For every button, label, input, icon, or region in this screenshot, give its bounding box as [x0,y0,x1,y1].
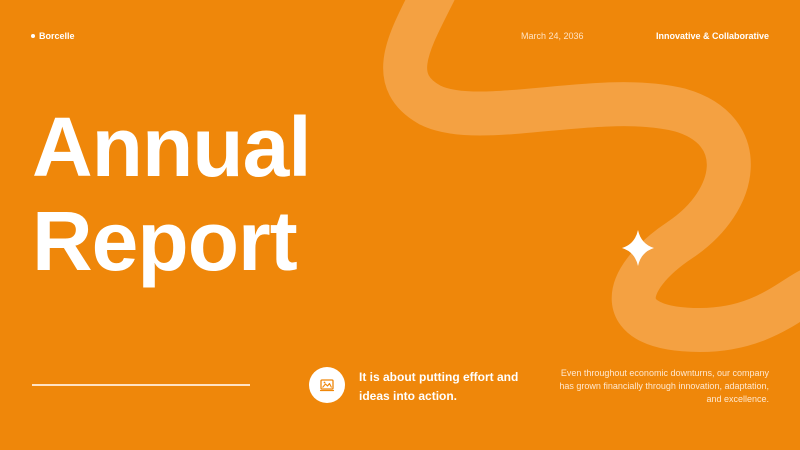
brand-dot-icon [31,34,35,38]
feature-icon-circle [309,367,345,403]
image-icon [319,379,335,392]
brand-name: Borcelle [39,31,75,41]
title-line-1: Annual [32,100,312,194]
report-date: March 24, 2036 [521,31,584,41]
brand-logo: Borcelle [31,31,75,41]
divider-line [32,384,250,386]
slide: Borcelle March 24, 2036 Innovative & Col… [0,0,800,450]
tagline: Innovative & Collaborative [655,31,769,41]
title-line-2: Report [32,194,298,288]
company-blurb: Even throughout economic downturns, our … [559,368,769,404]
page-title: Annual Report [32,100,312,288]
mission-quote: It is about putting effort and ideas int… [359,370,519,403]
